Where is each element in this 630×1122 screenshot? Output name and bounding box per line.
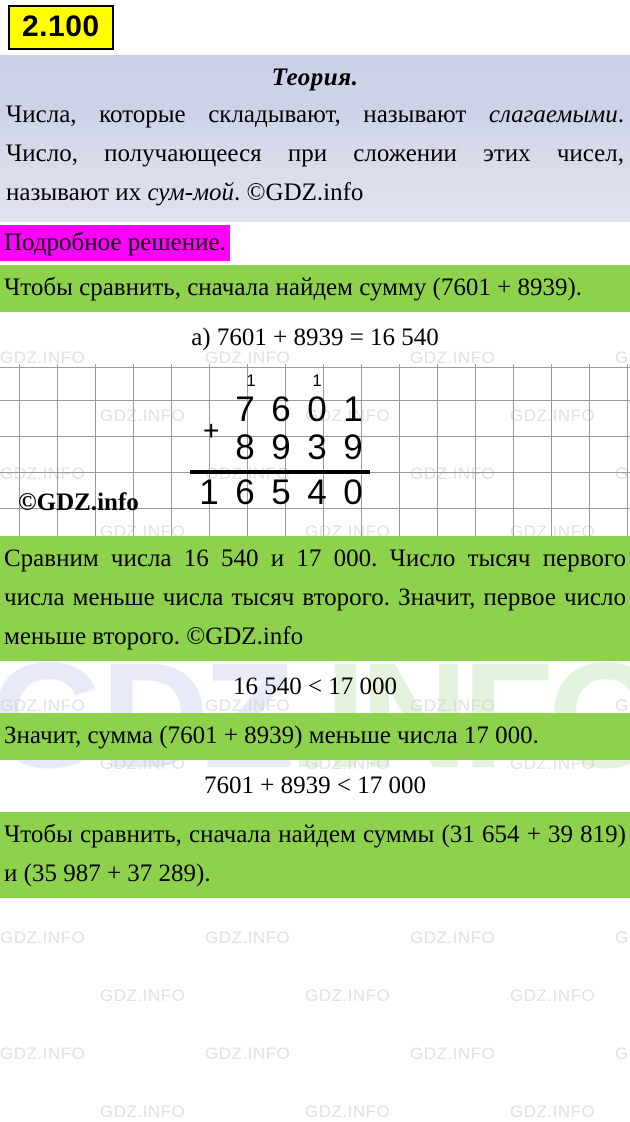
gdz-watermark-text: GDZ.INFO [205, 928, 291, 947]
carry-digit-2: 1 [312, 371, 322, 390]
addend1-digit-3: 1 [343, 390, 363, 429]
result-digit-0: 1 [199, 473, 219, 512]
gdz-watermark-text: GDZ.INFO [510, 1102, 596, 1121]
solution-step-4-line-1: Чтобы сравнить, сначала найдем суммы [4, 821, 435, 848]
addend2-digit-0: 8 [235, 428, 255, 467]
exercise-number-badge: 2.100 [8, 5, 114, 50]
addend1-digit-0: 7 [235, 390, 255, 429]
gdz-watermark-text: GDZ.INFO [305, 986, 391, 1005]
gdz-watermark-text: GDZ.INFO [410, 928, 496, 947]
solution-label-row: Подробное решение. [0, 222, 630, 265]
formula-comparison: 16 540 < 17 000 [232, 673, 398, 700]
addend1-digit-1: 6 [271, 390, 291, 429]
column-addition-numbers: 1 1 + 7 6 0 1 8 9 3 9 1 6 5 4 0 ©GDZ.inf… [0, 364, 630, 536]
result-digit-1: 6 [235, 473, 255, 512]
addend2-digit-1: 9 [271, 428, 291, 467]
result-digit-2: 5 [271, 473, 291, 512]
addend1-digit-2: 0 [307, 390, 327, 429]
gdz-watermark-text: GDZ.INFO [410, 1044, 496, 1063]
column-addition-figure: 1 1 + 7 6 0 1 8 9 3 9 1 6 5 4 0 ©GDZ.inf… [0, 364, 630, 536]
theory-line-1: Числа, которые складывают, называют [6, 101, 467, 128]
result-digit-3: 4 [307, 473, 327, 512]
theory-italic-1: слагаемыми [488, 101, 618, 128]
theory-italic-2: сум- [147, 179, 194, 206]
formula-sum-a: а) 7601 + 8939 = 16 540 [191, 324, 439, 351]
theory-body: Числа, которые складывают, называют слаг… [4, 95, 626, 212]
addend2-digit-2: 3 [307, 428, 327, 467]
theory-title: Теория. [271, 64, 359, 91]
gdz-watermark-text: GDZ.INFO [305, 1102, 391, 1121]
addend2-digit-3: 9 [343, 428, 363, 467]
gdz-watermark-text: GDZ.INFO [0, 1044, 86, 1063]
exercise-number-row: 2.100 [0, 0, 630, 55]
result-digit-4: 0 [343, 473, 363, 512]
solution-step-3: Значит, сумма (7601 + 8939) меньше числа… [0, 713, 630, 760]
plus-operator: + [203, 415, 220, 446]
detailed-solution-label: Подробное решение. [0, 225, 230, 261]
gdz-watermark-text: GDZ.INFO [100, 1102, 186, 1121]
carry-digit-1: 1 [246, 371, 256, 390]
theory-line-4: . ©GDZ.info [234, 179, 364, 206]
solution-step-4: Чтобы сравнить, сначала найдем суммы (31… [0, 812, 630, 898]
gdz-watermark-text: GDZ.INFO [615, 1044, 630, 1063]
gdz-watermark-text: GDZ.INFO [205, 1044, 291, 1063]
theory-italic-3: мой [193, 179, 235, 206]
figure-copyright: ©GDZ.info [18, 489, 139, 516]
gdz-watermark-text: GDZ.INFO [615, 928, 630, 947]
gdz-watermark-text: GDZ.INFO [0, 928, 86, 947]
page-content: 2.100 Теория. Числа, которые складывают,… [0, 0, 630, 898]
solution-step-1: Чтобы сравнить, сначала найдем сумму (76… [0, 265, 630, 312]
gdz-watermark-text: GDZ.INFO [100, 986, 186, 1005]
theory-section: Теория. Числа, которые складывают, назыв… [0, 55, 630, 222]
solution-step-2: Сравним числа 16 540 и 17 000. Число тыс… [0, 536, 630, 661]
formula-conclusion: 7601 + 8939 < 17 000 [204, 772, 426, 799]
gdz-watermark-text: GDZ.INFO [510, 986, 596, 1005]
